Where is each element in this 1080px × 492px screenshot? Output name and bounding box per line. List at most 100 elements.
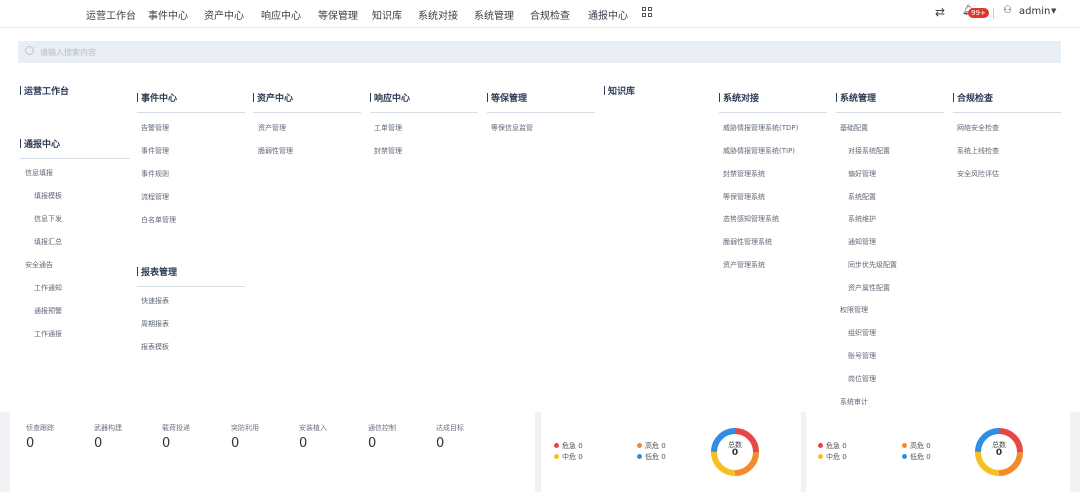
stat-value: 0: [231, 436, 240, 451]
col-title-event-center[interactable]: 事件中心: [137, 91, 245, 104]
stat-item: 突防利用 0: [231, 423, 259, 451]
col-title-dengbao[interactable]: 等保管理: [487, 91, 595, 104]
donut-value: 0: [731, 448, 739, 458]
col-title-response-center[interactable]: 响应中心: [370, 91, 478, 104]
divider: [953, 112, 1061, 113]
menu-link[interactable]: 安全风险评估: [957, 169, 999, 179]
nav-item-ops-workbench[interactable]: 运营工作台: [86, 7, 136, 22]
divider: [137, 112, 245, 113]
swap-icon[interactable]: ⇄: [935, 5, 945, 19]
stat-value: 0: [368, 436, 377, 451]
col-title-system-mgmt[interactable]: 系统管理: [836, 91, 944, 104]
menu-link[interactable]: 账号管理: [848, 351, 876, 361]
menu-link[interactable]: 基础配置: [840, 123, 868, 133]
top-navigation: 运营工作台 事件中心 资产中心 响应中心 等保管理 知识库 系统对接 系统管理 …: [0, 0, 1080, 28]
menu-link[interactable]: 工作通报: [34, 329, 62, 339]
menu-link[interactable]: 事件规则: [141, 169, 169, 179]
nav-item-system-integration[interactable]: 系统对接: [418, 7, 458, 22]
stat-item: 达成目标 0: [436, 423, 464, 451]
nav-item-asset-center[interactable]: 资产中心: [204, 7, 244, 22]
menu-link[interactable]: 网络安全检查: [957, 123, 999, 133]
menu-col-report-mgmt: 报表管理: [137, 265, 245, 287]
legend-critical: 危急 0: [554, 441, 583, 451]
menu-link[interactable]: 系统维护: [848, 214, 876, 224]
menu-link[interactable]: 权限管理: [840, 305, 868, 315]
stat-value: 0: [94, 436, 103, 451]
legend-medium: 中危 0: [554, 452, 583, 462]
menu-col-knowledge: 知识库: [604, 84, 712, 97]
menu-link[interactable]: 填报模板: [34, 191, 62, 201]
nav-item-knowledge-base[interactable]: 知识库: [372, 7, 402, 22]
col-title-system-integration[interactable]: 系统对接: [719, 91, 827, 104]
caret-down-icon[interactable]: ▼: [1051, 7, 1056, 15]
menu-link[interactable]: 组织管理: [848, 328, 876, 338]
menu-link[interactable]: 偏好管理: [848, 169, 876, 179]
stat-value: 0: [436, 436, 445, 451]
menu-link[interactable]: 封禁管理系统: [723, 169, 765, 179]
stat-item: 安装植入 0: [299, 423, 327, 451]
col-title-knowledge[interactable]: 知识库: [604, 84, 712, 97]
notification-badge: 99+: [968, 8, 989, 18]
menu-link[interactable]: 通报预警: [34, 306, 62, 316]
menu-link[interactable]: 信息下发: [34, 214, 62, 224]
menu-link[interactable]: 填报汇总: [34, 237, 62, 247]
menu-link[interactable]: 安全通告: [25, 260, 53, 270]
stat-item: 通信控制 0: [368, 423, 396, 451]
menu-link[interactable]: 白名单管理: [141, 215, 176, 225]
menu-link[interactable]: 态势感知管理系统: [723, 214, 779, 224]
menu-link[interactable]: 封禁管理: [374, 146, 402, 156]
col-title-asset-center[interactable]: 资产中心: [253, 91, 361, 104]
menu-link[interactable]: 周期报表: [141, 319, 169, 329]
divider: [20, 158, 130, 159]
menu-link[interactable]: 资产管理系统: [723, 260, 765, 270]
stat-label: 通信控制: [368, 424, 396, 432]
menu-link[interactable]: 流程管理: [141, 192, 169, 202]
menu-link[interactable]: 岗位管理: [848, 374, 876, 384]
menu-link[interactable]: 等保管理系统: [723, 192, 765, 202]
menu-link[interactable]: 等保信息监管: [491, 123, 533, 133]
search-icon: [25, 46, 34, 55]
menu-link[interactable]: 资产管理: [258, 123, 286, 133]
stat-label: 突防利用: [231, 424, 259, 432]
menu-link[interactable]: 脆弱性管理: [258, 146, 293, 156]
stat-value: 0: [26, 436, 35, 451]
nav-item-report-center[interactable]: 通报中心: [588, 7, 628, 22]
divider: [370, 112, 478, 113]
menu-link[interactable]: 系统上线检查: [957, 146, 999, 156]
col-title-compliance[interactable]: 合规检查: [953, 91, 1061, 104]
nav-item-dengbao-mgmt[interactable]: 等保管理: [318, 7, 358, 22]
menu-link[interactable]: 事件管理: [141, 146, 169, 156]
col-title-report-center[interactable]: 通报中心: [20, 137, 130, 150]
col-title-ops[interactable]: 运营工作台: [20, 84, 128, 97]
nav-item-system-mgmt[interactable]: 系统管理: [474, 7, 514, 22]
menu-link[interactable]: 系统配置: [848, 192, 876, 202]
nav-item-compliance[interactable]: 合规检查: [530, 7, 570, 22]
user-name[interactable]: admin: [1019, 6, 1050, 17]
menu-link[interactable]: 资产属性配置: [848, 283, 890, 293]
menu-link[interactable]: 报表模板: [141, 342, 169, 352]
menu-link[interactable]: 威胁情报管理系统(TIP): [723, 146, 795, 156]
nav-item-response-center[interactable]: 响应中心: [261, 7, 301, 22]
menu-link[interactable]: 快速报表: [141, 296, 169, 306]
user-icon: ⚇: [1003, 5, 1012, 16]
menu-link[interactable]: 对接系统配置: [848, 146, 890, 156]
menu-link[interactable]: 工作通知: [34, 283, 62, 293]
col-title-report-mgmt[interactable]: 报表管理: [137, 265, 245, 278]
menu-link[interactable]: 系统审计: [840, 397, 868, 407]
grid-icon[interactable]: [642, 7, 652, 17]
divider: [137, 286, 245, 287]
menu-link[interactable]: 工单管理: [374, 123, 402, 133]
menu-link[interactable]: 通知管理: [848, 237, 876, 247]
menu-link[interactable]: 信息填报: [25, 168, 53, 178]
menu-link[interactable]: 同步优先级配置: [848, 260, 897, 270]
legend-low: 低危 0: [637, 452, 666, 462]
notifications-button[interactable]: 🔔︎ 99+: [962, 4, 989, 20]
menu-link[interactable]: 告警管理: [141, 123, 169, 133]
stat-item: 武器构建 0: [94, 423, 122, 451]
menu-link[interactable]: 威胁情报管理系统(TDP): [723, 123, 798, 133]
search-input[interactable]: [40, 43, 940, 61]
nav-item-event-center[interactable]: 事件中心: [148, 7, 188, 22]
menu-link[interactable]: 脆弱性管理系统: [723, 237, 772, 247]
menu-col-system-mgmt: 系统管理: [836, 91, 944, 113]
menu-col-response-center: 响应中心: [370, 91, 478, 113]
